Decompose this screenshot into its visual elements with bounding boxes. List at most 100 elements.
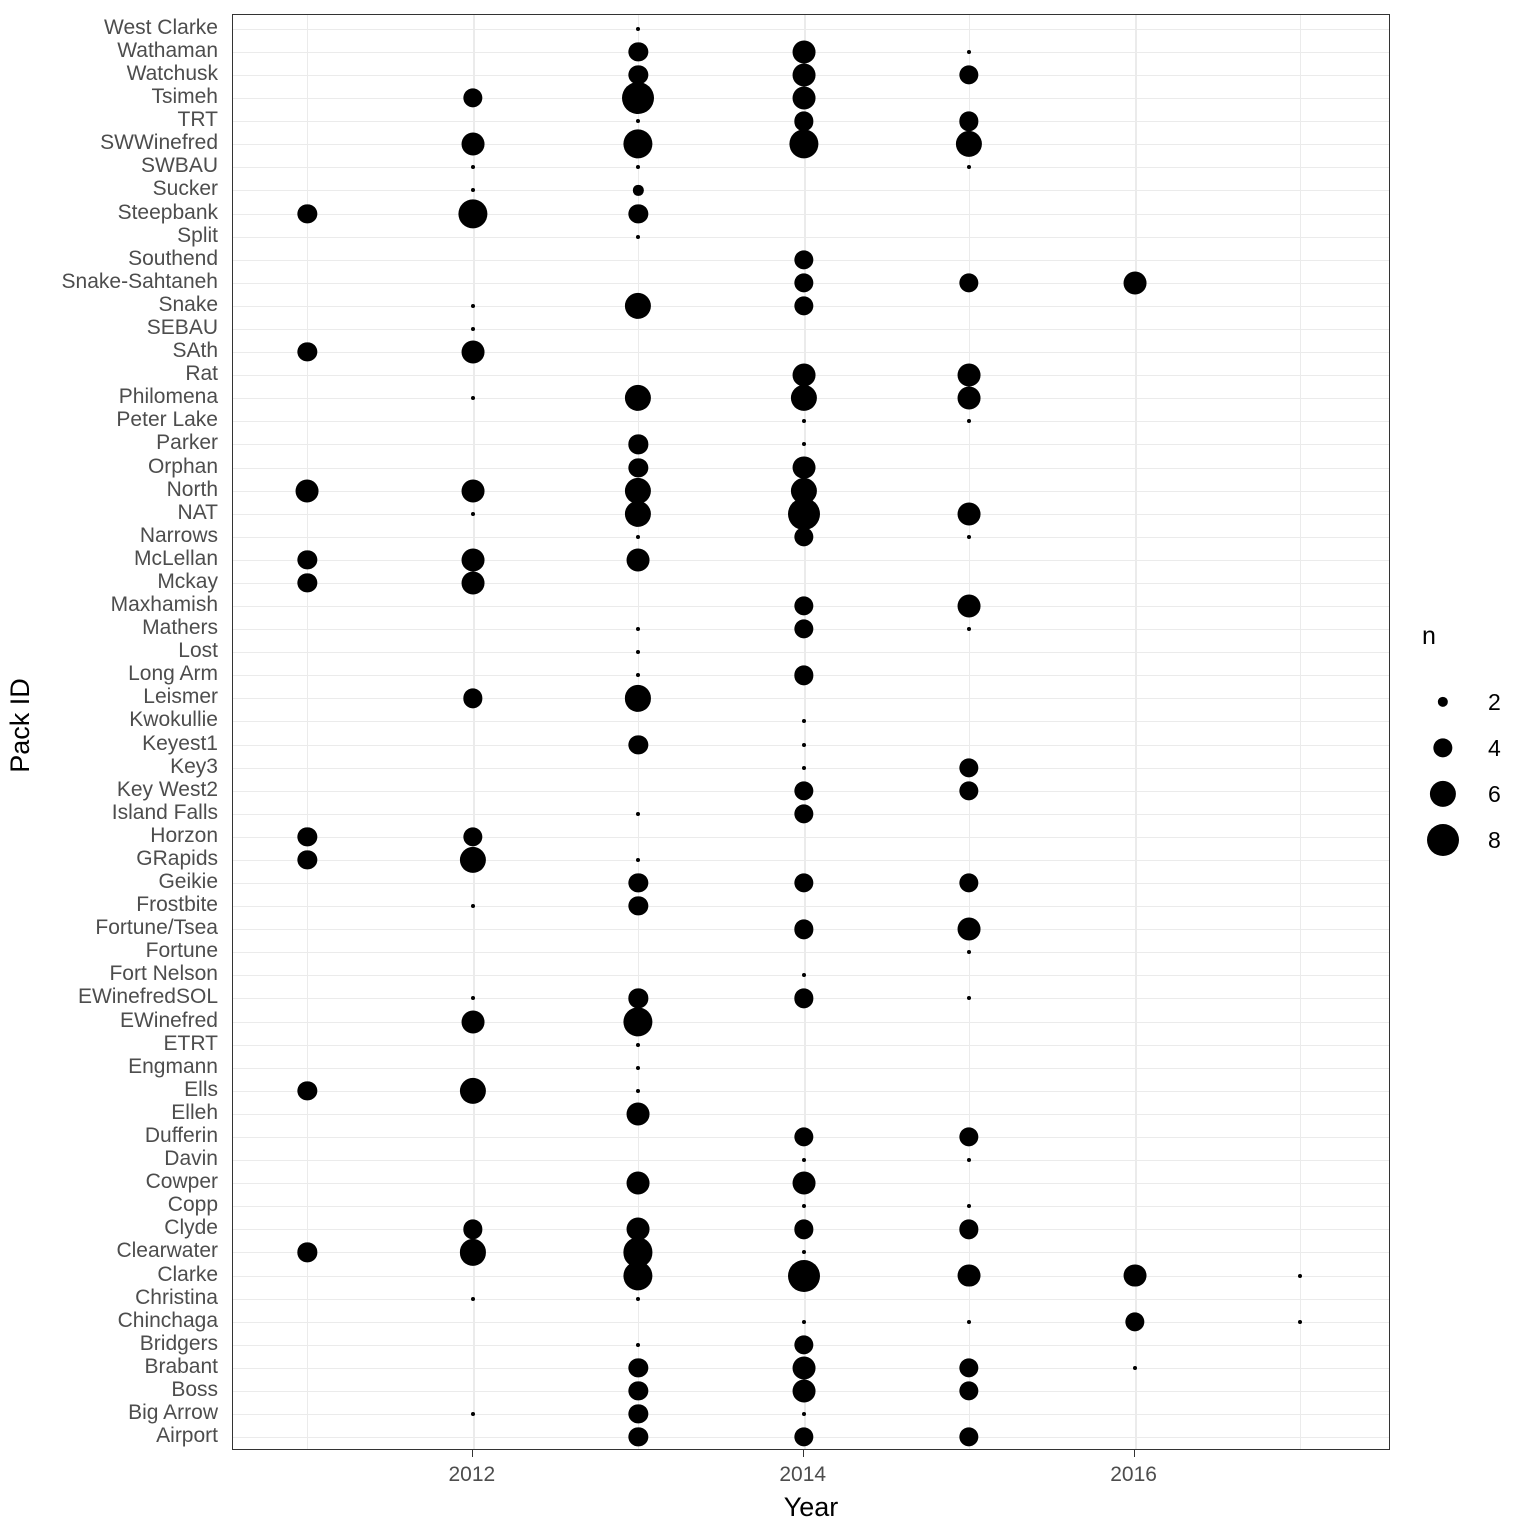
data-point <box>794 619 814 639</box>
data-point <box>458 198 488 229</box>
data-point <box>636 119 641 124</box>
data-point <box>628 1358 648 1378</box>
data-point <box>787 497 820 530</box>
data-point <box>959 1381 979 1401</box>
data-point <box>636 1088 641 1093</box>
gridline-horizontal <box>233 859 1389 861</box>
y-axis-tick-label: NAT <box>177 500 218 524</box>
gridline-horizontal <box>233 836 1389 838</box>
data-point <box>957 502 981 526</box>
data-point <box>459 1239 486 1266</box>
data-point <box>628 896 648 916</box>
y-axis-tick-label: TRT <box>177 108 218 132</box>
data-point <box>792 63 816 87</box>
data-point <box>461 548 485 572</box>
data-point <box>794 1335 814 1355</box>
data-point <box>636 234 641 239</box>
data-point <box>1124 1312 1145 1332</box>
y-axis-tick-label: Steepbank <box>117 200 218 224</box>
y-axis-tick-label: North <box>166 477 218 501</box>
data-point <box>794 804 814 824</box>
data-point <box>297 1242 318 1263</box>
data-point <box>957 1264 981 1287</box>
legend: n 2 4 6 8 <box>1420 624 1536 863</box>
data-point <box>628 42 648 62</box>
y-axis-tick-label: Frostbite <box>136 893 218 917</box>
data-point <box>967 996 972 1001</box>
data-point <box>623 1006 653 1037</box>
gridline-horizontal <box>233 767 1389 769</box>
data-point <box>959 1358 979 1378</box>
data-point <box>633 185 644 196</box>
data-point <box>801 442 806 447</box>
gridline-horizontal <box>233 1160 1389 1162</box>
y-axis-tick-label: Philomena <box>118 385 218 409</box>
data-point <box>628 457 648 478</box>
data-point <box>792 456 816 479</box>
y-axis-tick-label: Airport <box>156 1424 218 1448</box>
data-point <box>787 1259 820 1292</box>
data-point <box>956 131 983 158</box>
data-point <box>628 734 648 755</box>
y-axis-tick-label: Fortune <box>145 939 218 963</box>
data-point <box>957 594 981 618</box>
y-axis-tick-label: Narrows <box>139 523 218 547</box>
data-point <box>957 917 981 941</box>
legend-key <box>1420 679 1466 725</box>
y-axis-tick-label: Fortune/Tsea <box>95 916 218 940</box>
data-point <box>967 419 972 424</box>
y-axis-tick-label: Christina <box>135 1285 218 1309</box>
data-point <box>967 1204 972 1209</box>
gridline-horizontal <box>233 1414 1389 1416</box>
y-axis-tick-label: Horzon <box>150 823 218 847</box>
data-point <box>1298 1319 1302 1324</box>
y-axis-tick-label: Bridgers <box>139 1331 218 1355</box>
gridline-horizontal <box>233 190 1389 192</box>
data-point <box>794 527 814 547</box>
data-point <box>794 596 814 616</box>
data-point <box>470 165 475 170</box>
data-point <box>792 363 816 387</box>
data-point <box>801 973 806 978</box>
data-point <box>459 1077 486 1104</box>
data-point <box>297 203 318 224</box>
y-axis-tick-label: Clyde <box>164 1216 218 1240</box>
gridline-horizontal <box>233 652 1389 654</box>
y-axis-tick-label: Kwokullie <box>129 708 218 732</box>
gridline-horizontal <box>233 582 1389 584</box>
y-axis-tick-label: McLellan <box>133 546 218 570</box>
x-axis-tick-mark <box>802 1450 804 1457</box>
data-point <box>636 673 641 678</box>
data-point <box>794 873 814 893</box>
y-axis-tick-label: EWinefredSOL <box>77 985 218 1009</box>
gridline-horizontal <box>233 952 1389 954</box>
data-point <box>792 1356 816 1380</box>
y-axis-tick-label: Elleh <box>171 1100 218 1124</box>
y-axis-tick-label: Davin <box>164 1147 218 1171</box>
data-point <box>967 1319 972 1324</box>
data-point <box>1132 1365 1137 1370</box>
gridline-horizontal <box>233 167 1389 169</box>
data-point <box>967 49 972 54</box>
y-axis-tick-label: Watchusk <box>126 62 218 86</box>
data-point <box>463 688 483 709</box>
legend-row: 8 <box>1420 817 1536 863</box>
y-axis-tick-label: Southend <box>128 246 218 270</box>
data-point <box>792 40 816 64</box>
gridline-horizontal <box>233 1044 1389 1046</box>
legend-title: n <box>1422 622 1436 650</box>
legend-label: 8 <box>1488 826 1501 853</box>
gridline-horizontal <box>233 1113 1389 1115</box>
gridline-horizontal <box>233 28 1389 30</box>
y-axis-tick-label: SAth <box>172 339 218 363</box>
gridline-horizontal <box>233 1321 1389 1323</box>
y-axis-tick-label: Long Arm <box>128 662 218 686</box>
legend-rows: 2 4 6 8 <box>1420 679 1536 863</box>
data-point <box>801 1158 806 1163</box>
data-point <box>1298 1273 1302 1278</box>
data-point <box>801 1319 806 1324</box>
y-axis-title: Pack ID <box>0 0 40 1450</box>
data-point <box>625 385 652 412</box>
data-point <box>967 950 972 955</box>
gridline-horizontal <box>233 328 1389 330</box>
